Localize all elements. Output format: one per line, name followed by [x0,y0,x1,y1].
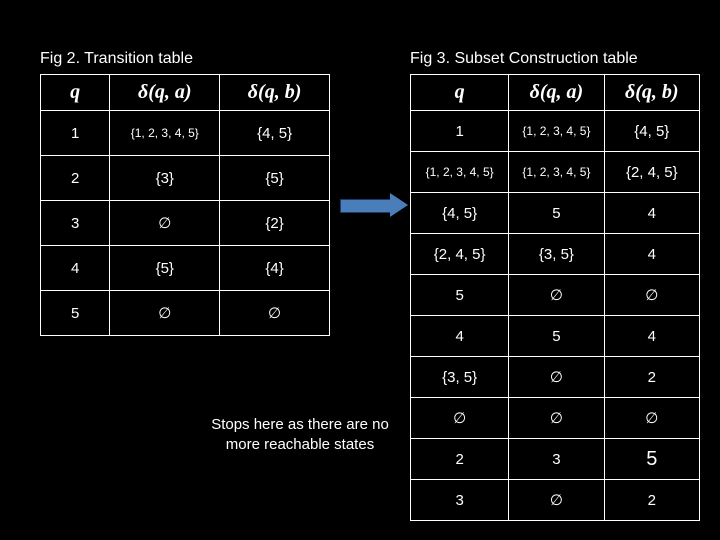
cell: ∅ [220,291,330,336]
table-row: {1, 2, 3, 4, 5} {1, 2, 3, 4, 5} {2, 4, 5… [411,152,700,193]
transition-table-block: Fig 2. Transition table q δ(q, a) δ(q, b… [40,50,330,336]
cell: 3 [41,201,110,246]
table-row: 1 {1, 2, 3, 4, 5} {4, 5} [411,111,700,152]
col-delta-a: δ(q, a) [110,75,220,111]
table-row: {4, 5} 5 4 [411,193,700,234]
cell: 4 [411,316,509,357]
cell: {2, 4, 5} [604,152,699,193]
col-q: q [411,75,509,111]
cell: 1 [411,111,509,152]
cell: {3, 5} [411,357,509,398]
note-text: Stops here as there are no more reachabl… [195,415,405,454]
cell: {4} [220,246,330,291]
cell: {2} [220,201,330,246]
cell: 3 [509,439,604,480]
cell: 5 [41,291,110,336]
col-delta-b: δ(q, b) [220,75,330,111]
cell: {4, 5} [220,111,330,156]
cell: {5} [220,156,330,201]
cell: 4 [604,316,699,357]
cell: ∅ [604,275,699,316]
table-row: {3, 5} ∅ 2 [411,357,700,398]
table-row: 5 ∅ ∅ [41,291,330,336]
table-row: 5 ∅ ∅ [411,275,700,316]
table-row: 4 {5} {4} [41,246,330,291]
cell: 3 [411,480,509,521]
cell: {4, 5} [604,111,699,152]
cell: {4, 5} [411,193,509,234]
subset-table-block: Fig 3. Subset Construction table q δ(q, … [410,50,700,521]
cell: {3} [110,156,220,201]
col-delta-b: δ(q, b) [604,75,699,111]
table-row: 4 5 4 [411,316,700,357]
cell: 2 [41,156,110,201]
cell: ∅ [110,291,220,336]
subset-construction-table: q δ(q, a) δ(q, b) 1 {1, 2, 3, 4, 5} {4, … [410,74,700,521]
cell: {3, 5} [509,234,604,275]
col-q: q [41,75,110,111]
cell: {1, 2, 3, 4, 5} [509,152,604,193]
arrow-icon [340,193,410,217]
fig3-caption: Fig 3. Subset Construction table [410,50,700,68]
table-row: 3 ∅ 2 [411,480,700,521]
cell: ∅ [509,357,604,398]
cell: {5} [110,246,220,291]
cell: ∅ [411,398,509,439]
cell: {1, 2, 3, 4, 5} [509,111,604,152]
cell: 4 [604,234,699,275]
cell: ∅ [509,275,604,316]
cell: 5 [509,316,604,357]
cell: 4 [41,246,110,291]
col-delta-a: δ(q, a) [509,75,604,111]
cell: ∅ [509,480,604,521]
table-row: ∅ ∅ ∅ [411,398,700,439]
cell: 2 [411,439,509,480]
cell: 4 [604,193,699,234]
cell: {1, 2, 3, 4, 5} [110,111,220,156]
cell: ∅ [509,398,604,439]
table-row: 3 ∅ {2} [41,201,330,246]
transition-table: q δ(q, a) δ(q, b) 1 {1, 2, 3, 4, 5} {4, … [40,74,330,336]
table-row: 2 3 5 [411,439,700,480]
cell: 2 [604,357,699,398]
cell: {1, 2, 3, 4, 5} [411,152,509,193]
cell: 2 [604,480,699,521]
fig2-caption: Fig 2. Transition table [40,50,330,68]
cell: 5 [411,275,509,316]
cell: ∅ [110,201,220,246]
cell: 5 [604,439,699,480]
cell: {2, 4, 5} [411,234,509,275]
cell: ∅ [604,398,699,439]
cell: 1 [41,111,110,156]
table-row: 2 {3} {5} [41,156,330,201]
cell: 5 [509,193,604,234]
table-row: 1 {1, 2, 3, 4, 5} {4, 5} [41,111,330,156]
table-row: {2, 4, 5} {3, 5} 4 [411,234,700,275]
